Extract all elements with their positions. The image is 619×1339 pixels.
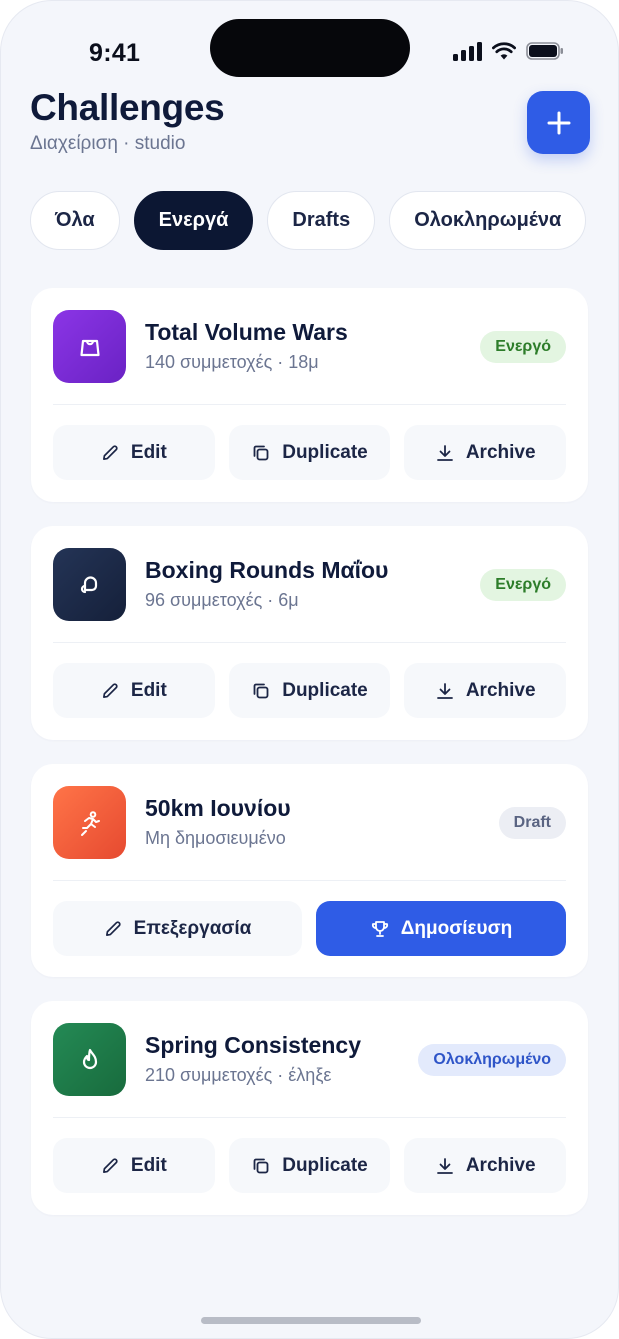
edit-button[interactable]: Edit — [53, 425, 215, 480]
edit-button-label: Edit — [130, 679, 167, 701]
divider — [53, 880, 566, 881]
page-subtitle: Διαχείριση · studio — [30, 133, 186, 154]
status-badge: Ολοκληρωμένο — [418, 1044, 566, 1076]
challenge-meta: 96 συμμετοχές · 6μ — [145, 590, 299, 610]
trophy-icon — [371, 920, 388, 937]
boxing-glove-icon — [53, 548, 126, 621]
tab-completed[interactable]: Ολοκληρωμένα — [389, 191, 587, 250]
tab-all[interactable]: Όλα — [30, 191, 120, 250]
copy-icon — [253, 683, 269, 698]
status-badge: Draft — [498, 807, 566, 839]
add-challenge-button[interactable] — [527, 91, 590, 154]
card-actions: Επεξεργασία Δημοσίευση — [53, 901, 566, 956]
challenge-title: Boxing Rounds Μαΐου — [145, 557, 389, 583]
pencil-icon — [102, 445, 118, 461]
archive-button-label: Archive — [465, 679, 536, 701]
home-indicator[interactable] — [201, 1317, 421, 1324]
publish-button[interactable]: Δημοσίευση — [316, 901, 566, 956]
edit-button[interactable]: Επεξεργασία — [53, 901, 302, 956]
pencil-icon — [105, 921, 121, 937]
edit-button[interactable]: Edit — [53, 1138, 215, 1193]
challenge-title: 50km Ιουνίου — [145, 795, 291, 821]
dynamic-island — [210, 19, 410, 77]
phone-screen: 9:41 Challenges Διαχείριση · studio Όλα … — [0, 0, 619, 1339]
challenge-meta: Μη δημοσιευμένο — [145, 828, 286, 848]
download-icon — [436, 444, 453, 461]
edit-button-label: Edit — [130, 1154, 167, 1176]
challenge-card[interactable]: Spring Consistency 210 συμμετοχές · έληξ… — [31, 1001, 588, 1215]
filter-tabs: Όλα Ενεργά Drafts Ολοκληρωμένα — [30, 191, 587, 250]
archive-button-label: Archive — [465, 441, 536, 463]
copy-icon — [253, 445, 269, 460]
download-icon — [436, 1157, 453, 1174]
edit-button-label: Edit — [130, 441, 167, 463]
duplicate-button-label: Duplicate — [282, 441, 368, 463]
cellular-signal-icon — [453, 41, 482, 61]
divider — [53, 642, 566, 643]
publish-button-label: Δημοσίευση — [400, 917, 513, 939]
challenge-meta: 210 συμμετοχές · έληξε — [145, 1065, 332, 1085]
tab-drafts[interactable]: Drafts — [267, 191, 376, 250]
archive-button-label: Archive — [465, 1154, 536, 1176]
challenge-card[interactable]: Total Volume Wars 140 συμμετοχές · 18μ Ε… — [31, 288, 588, 502]
status-icons — [453, 41, 564, 61]
battery-icon — [526, 42, 563, 60]
archive-button[interactable]: Archive — [404, 1138, 567, 1193]
challenge-card[interactable]: 50km Ιουνίου Μη δημοσιευμένο Draft Επεξε… — [31, 764, 588, 977]
tab-active[interactable]: Ενεργά — [133, 191, 254, 250]
edit-button[interactable]: Edit — [53, 663, 215, 718]
copy-icon — [253, 1158, 269, 1173]
challenge-card[interactable]: Boxing Rounds Μαΐου 96 συμμετοχές · 6μ Ε… — [31, 526, 588, 740]
duplicate-button-label: Duplicate — [282, 679, 368, 701]
wifi-icon — [492, 42, 516, 60]
plus-icon — [547, 111, 570, 134]
duplicate-button-label: Duplicate — [282, 1154, 368, 1176]
pencil-icon — [102, 1158, 118, 1174]
download-icon — [436, 682, 453, 699]
status-badge: Ενεργό — [480, 569, 566, 601]
card-actions: Edit Duplicate Archive — [53, 425, 567, 480]
kettlebell-icon — [53, 310, 126, 383]
duplicate-button[interactable]: Duplicate — [228, 663, 391, 718]
status-time: 9:41 — [89, 39, 141, 67]
duplicate-button[interactable]: Duplicate — [228, 425, 391, 480]
pencil-icon — [102, 683, 118, 699]
page-title: Challenges — [30, 87, 225, 128]
challenge-meta: 140 συμμετοχές · 18μ — [145, 352, 319, 372]
archive-button[interactable]: Archive — [404, 425, 567, 480]
card-actions: Edit Duplicate Archive — [53, 1138, 567, 1193]
divider — [53, 1117, 566, 1118]
duplicate-button[interactable]: Duplicate — [228, 1138, 391, 1193]
card-actions: Edit Duplicate Archive — [53, 663, 567, 718]
challenge-title: Total Volume Wars — [145, 319, 348, 345]
archive-button[interactable]: Archive — [404, 663, 567, 718]
flame-icon — [53, 1023, 126, 1096]
runner-icon — [53, 786, 126, 859]
divider — [53, 404, 566, 405]
edit-button-label: Επεξεργασία — [133, 917, 252, 939]
status-badge: Ενεργό — [480, 331, 566, 363]
challenge-title: Spring Consistency — [145, 1032, 361, 1058]
